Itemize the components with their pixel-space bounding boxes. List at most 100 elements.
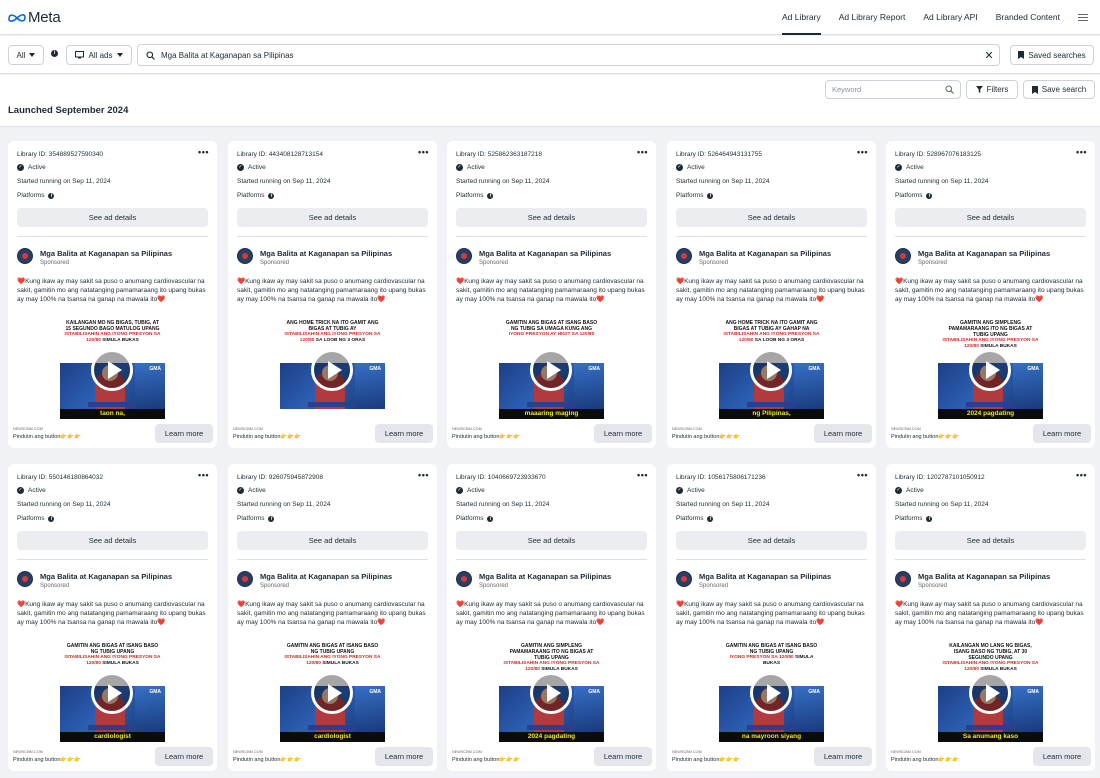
save-search-button[interactable]: Save search [1023,80,1095,99]
play-icon[interactable] [530,349,572,391]
see-ad-details-button[interactable]: See ad details [17,531,208,550]
status-text: Active [906,164,924,171]
nav-ad-library-api[interactable]: Ad Library API [923,0,977,35]
more-options-icon[interactable]: ••• [857,470,868,480]
learn-more-button[interactable]: Learn more [1033,424,1091,443]
avatar[interactable] [676,571,692,587]
see-ad-details-button[interactable]: See ad details [456,531,647,550]
creative-headline-text: KAILANGAN MO NG BIGAS, TUBIG, AT 15 SEGU… [65,320,160,332]
play-icon[interactable] [91,349,133,391]
more-options-icon[interactable]: ••• [857,147,868,157]
advertiser-name[interactable]: Mga Balita at Kaganapan sa Pilipinas [40,249,172,258]
learn-more-button[interactable]: Learn more [375,747,433,766]
more-options-icon[interactable]: ••• [198,147,209,157]
play-icon[interactable] [530,672,572,714]
news-tag [527,725,575,730]
advertiser-name[interactable]: Mga Balita at Kaganapan sa Pilipinas [479,572,611,581]
filters-button[interactable]: Filters [966,80,1018,99]
saved-searches-button[interactable]: Saved searches [1010,45,1094,65]
avatar[interactable] [456,571,472,587]
play-icon[interactable] [311,349,353,391]
heart-icon: ❤️ [377,619,386,626]
ad-video-thumbnail[interactable]: GAMITIN ANG BIGAS AT ISANG BASO NG TUBIG… [719,642,824,742]
ad-video-thumbnail[interactable]: KAILANGAN MO LANG NG BIGAS, ISANG BASO N… [938,642,1043,742]
play-icon[interactable] [91,672,133,714]
see-ad-details-button[interactable]: See ad details [676,531,867,550]
nav-ad-library[interactable]: Ad Library [782,0,821,35]
creative-headline-sub: SA LOOB NG 3 ORAS [315,338,366,343]
nav-branded-content[interactable]: Branded Content [996,0,1060,35]
learn-more-button[interactable]: Learn more [814,424,872,443]
ad-body-text: ❤️Kung ikaw ay may sakit sa puso o anuma… [456,600,649,627]
news-tag [88,725,136,730]
advertiser-name[interactable]: Mga Balita at Kaganapan sa Pilipinas [40,572,172,581]
learn-more-button[interactable]: Learn more [155,424,213,443]
ad-card: Library ID: 1202787101050912 ••• ✓ Activ… [886,464,1095,771]
advertiser-name[interactable]: Mga Balita at Kaganapan sa Pilipinas [260,249,392,258]
ad-video-thumbnail[interactable]: KAILANGAN MO NG BIGAS, TUBIG, AT 15 SEGU… [60,319,165,419]
learn-more-button[interactable]: Learn more [155,747,213,766]
ad-video-thumbnail[interactable]: GAMITIN ANG BIGAS AT ISANG BASO NG TUBIG… [280,642,385,742]
avatar[interactable] [895,571,911,587]
ad-domain: NEWSCBM.COM [672,427,702,431]
advertiser-name[interactable]: Mga Balita at Kaganapan sa Pilipinas [699,572,831,581]
see-ad-details-button[interactable]: See ad details [676,208,867,227]
advertiser-name[interactable]: Mga Balita at Kaganapan sa Pilipinas [699,249,831,258]
avatar[interactable] [237,248,253,264]
avatar[interactable] [17,248,33,264]
more-options-icon[interactable]: ••• [418,470,429,480]
ad-video-thumbnail[interactable]: GAMITIN ANG SIMPLENG PAMAMARAANG ITO NG … [938,319,1043,419]
nav-ad-library-report[interactable]: Ad Library Report [839,0,906,35]
ad-video-thumbnail[interactable]: ANG HOME TRICK NA ITO GAMIT ANG BIGAS AT… [719,319,824,419]
play-icon[interactable] [969,672,1011,714]
learn-more-button[interactable]: Learn more [594,424,652,443]
advertiser-name[interactable]: Mga Balita at Kaganapan sa Pilipinas [918,249,1050,258]
see-ad-details-button[interactable]: See ad details [237,208,428,227]
cta-text-label: Pindutin ang button [672,757,720,763]
gma-logo: GMA [588,366,600,372]
see-ad-details-button[interactable]: See ad details [895,531,1086,550]
more-options-icon[interactable]: ••• [418,147,429,157]
see-ad-details-button[interactable]: See ad details [17,208,208,227]
play-icon[interactable] [969,349,1011,391]
advertiser-name[interactable]: Mga Balita at Kaganapan sa Pilipinas [479,249,611,258]
ad-video-thumbnail[interactable]: GAMITIN ANG BIGAS AT ISANG BASO NG TUBIG… [60,642,165,742]
menu-icon[interactable] [1078,14,1088,21]
advertiser-name[interactable]: Mga Balita at Kaganapan sa Pilipinas [918,572,1050,581]
see-ad-details-button[interactable]: See ad details [456,208,647,227]
avatar[interactable] [237,571,253,587]
learn-more-button[interactable]: Learn more [1033,747,1091,766]
more-options-icon[interactable]: ••• [1076,147,1087,157]
ad-video-thumbnail[interactable]: GAMITIN ANG SIMPLENG PAMAMARAANG ITO NG … [499,642,604,742]
avatar[interactable] [676,248,692,264]
more-options-icon[interactable]: ••• [637,470,648,480]
learn-more-button[interactable]: Learn more [375,424,433,443]
info-icon[interactable]: i [51,50,58,57]
ad-category-select[interactable]: All ads [66,45,132,65]
more-options-icon[interactable]: ••• [1076,470,1087,480]
meta-logo[interactable]: Meta [8,9,61,26]
avatar[interactable] [17,571,33,587]
advertiser-name[interactable]: Mga Balita at Kaganapan sa Pilipinas [260,572,392,581]
creative-headline-text: GAMITIN ANG SIMPLENG PAMAMARAANG ITO NG … [509,643,594,661]
clear-search-icon[interactable]: ✕ [979,49,999,62]
country-select[interactable]: All [8,45,44,65]
learn-more-button[interactable]: Learn more [594,747,652,766]
learn-more-button[interactable]: Learn more [814,747,872,766]
see-ad-details-button[interactable]: See ad details [237,531,428,550]
ad-video-thumbnail[interactable]: ANG HOME TRICK NA ITO GAMIT ANG BIGAS AT… [280,319,385,419]
play-icon[interactable] [311,672,353,714]
monitor-icon [75,51,85,59]
avatar[interactable] [456,248,472,264]
search-input[interactable]: Mga Balita at Kaganapan sa Pilipinas ✕ [137,44,1000,66]
more-options-icon[interactable]: ••• [198,470,209,480]
cta-text-label: Pindutin ang button [672,434,720,440]
more-options-icon[interactable]: ••• [637,147,648,157]
play-icon[interactable] [750,672,792,714]
play-icon[interactable] [750,349,792,391]
see-ad-details-button[interactable]: See ad details [895,208,1086,227]
avatar[interactable] [895,248,911,264]
ad-video-thumbnail[interactable]: GAMITIN ANG BIGAS AT ISANG BASO NG TUBIG… [499,319,604,419]
keyword-input[interactable]: Keyword [825,80,961,99]
status-text: Active [687,487,705,494]
